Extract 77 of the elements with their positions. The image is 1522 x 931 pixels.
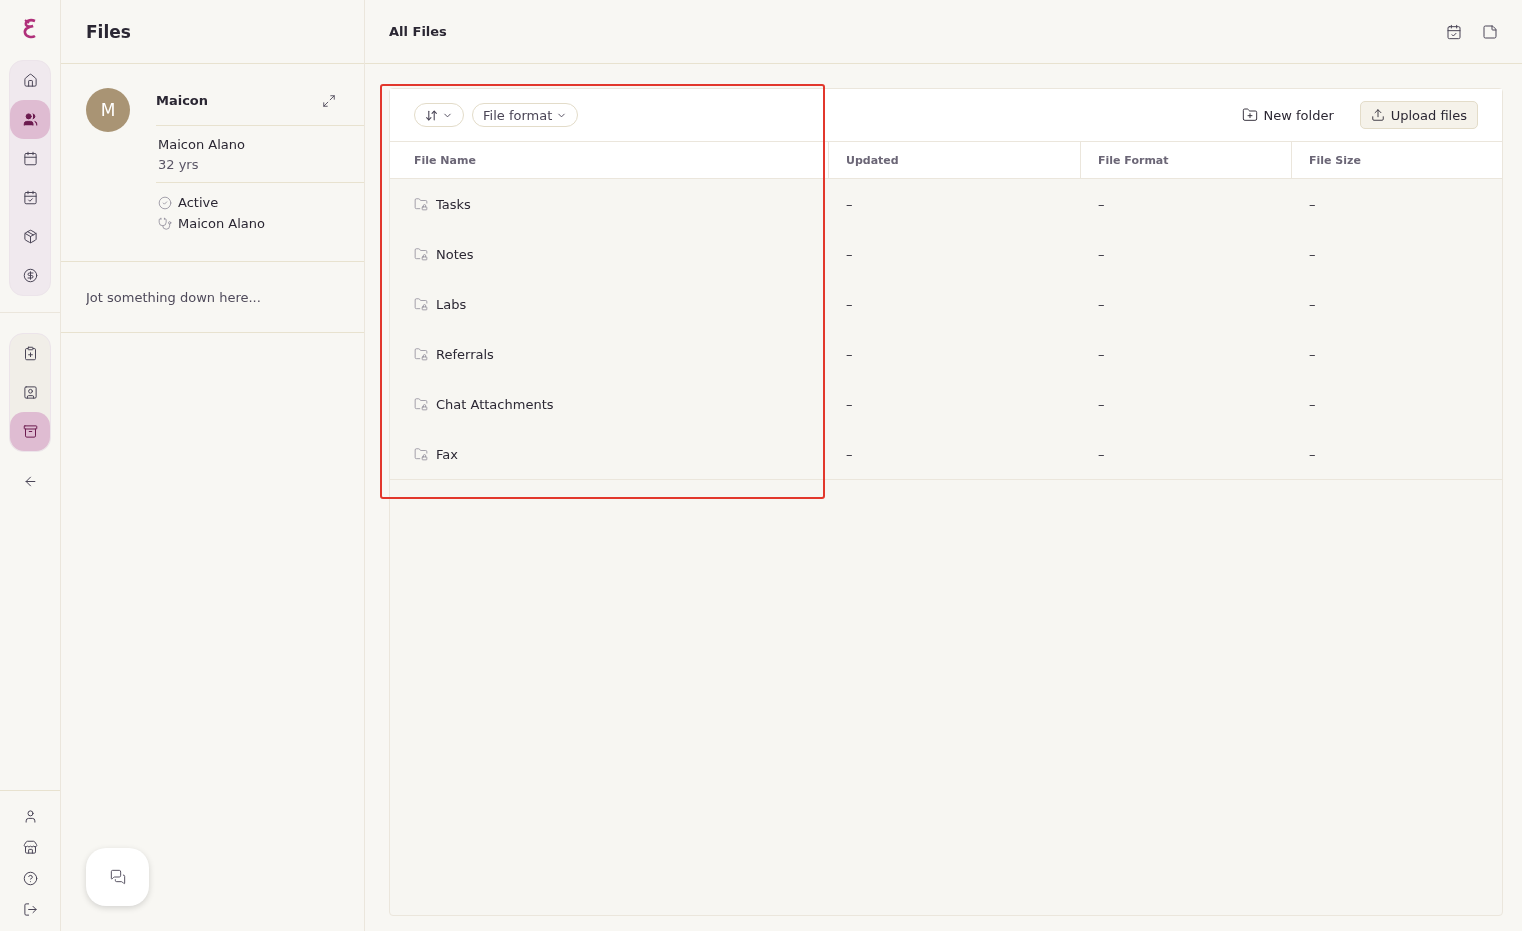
chat-icon: [109, 869, 126, 885]
provider-name: Maicon Alano: [178, 216, 265, 231]
new-folder-button[interactable]: New folder: [1235, 106, 1340, 124]
folder-name-cell[interactable]: Fax: [390, 429, 828, 479]
store-icon: [22, 840, 38, 855]
folder-name-cell[interactable]: Chat Attachments: [390, 379, 828, 429]
store-button[interactable]: [22, 840, 38, 855]
table-cell: –: [1080, 329, 1291, 379]
folder-name-cell[interactable]: Referrals: [390, 329, 828, 379]
calendar-check-icon: [22, 190, 38, 205]
people-icon: [22, 112, 38, 127]
table-cell: –: [828, 329, 1080, 379]
table-cell: –: [828, 279, 1080, 329]
collapse-button[interactable]: [22, 474, 38, 489]
archive-icon: [22, 424, 38, 439]
dollar-icon: [22, 268, 38, 283]
sort-button[interactable]: [414, 103, 464, 127]
help-button[interactable]: [22, 871, 38, 886]
expand-button[interactable]: [322, 93, 336, 108]
folder-lock-icon: [414, 197, 428, 211]
profile-button[interactable]: [22, 809, 38, 824]
sort-icon: [425, 108, 438, 122]
logo-icon: [22, 18, 38, 40]
upload-icon: [1370, 108, 1385, 122]
notes-field[interactable]: Jot something down here...: [61, 262, 364, 333]
table-cell: –: [1291, 179, 1502, 229]
stethoscope-icon: [158, 216, 172, 231]
table-cell: –: [1291, 229, 1502, 279]
help-icon: [22, 871, 38, 886]
id-badge-icon: [22, 385, 38, 400]
sticky-note-icon: [1482, 23, 1498, 40]
arrow-left-icon: [22, 474, 38, 489]
folder-name-cell[interactable]: Labs: [390, 279, 828, 329]
package-icon: [22, 229, 38, 244]
table-cell: –: [828, 179, 1080, 229]
folder-lock-icon: [414, 397, 428, 411]
calendar-icon: [22, 151, 38, 166]
table-cell: –: [1291, 379, 1502, 429]
expand-icon: [322, 93, 336, 108]
user-icon: [22, 809, 38, 824]
table-cell: –: [828, 229, 1080, 279]
nav-button[interactable]: [10, 100, 50, 139]
folder-lock-icon: [414, 347, 428, 361]
table-cell: –: [1080, 229, 1291, 279]
calendar-check-icon: [1446, 23, 1462, 40]
table-cell: –: [1291, 329, 1502, 379]
folder-lock-icon: [414, 247, 428, 261]
folder-name-cell[interactable]: Tasks: [390, 179, 828, 229]
logout-icon: [22, 902, 38, 917]
patient-name: Maicon: [156, 93, 209, 108]
nav-button[interactable]: [10, 412, 50, 451]
patient-status: Active: [178, 195, 219, 210]
panel-title: Files: [86, 21, 131, 42]
patient-full-name: Maicon Alano: [158, 137, 246, 152]
home-icon: [22, 73, 38, 88]
table-cell: –: [828, 379, 1080, 429]
table-cell: –: [828, 429, 1080, 479]
table-cell: –: [1080, 279, 1291, 329]
avatar: M: [86, 88, 130, 132]
tasks-button[interactable]: [1446, 23, 1462, 40]
logout-button[interactable]: [22, 902, 38, 917]
upload-files-button[interactable]: Upload files: [1359, 101, 1478, 129]
folder-name-cell[interactable]: Notes: [390, 229, 828, 279]
folder-lock-icon: [414, 447, 428, 461]
table-cell: –: [1291, 279, 1502, 329]
clipboard-icon: [22, 346, 38, 361]
page-title: All Files: [389, 24, 447, 39]
table-cell: –: [1080, 429, 1291, 479]
folder-plus-icon: [1241, 107, 1258, 123]
table-cell: –: [1080, 179, 1291, 229]
table-cell: –: [1291, 429, 1502, 479]
folder-lock-icon: [414, 297, 428, 311]
patient-age: 32 yrs: [158, 157, 200, 172]
notes-button[interactable]: [1482, 23, 1498, 40]
table-cell: –: [1080, 379, 1291, 429]
check-circle-icon: [158, 195, 172, 210]
file-format-filter[interactable]: File format: [472, 103, 579, 127]
